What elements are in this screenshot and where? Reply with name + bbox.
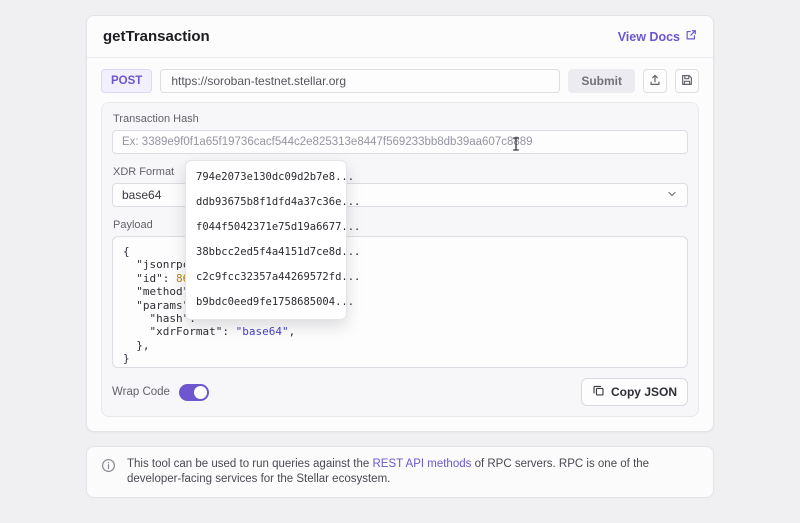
save-icon xyxy=(680,73,694,90)
copy-icon xyxy=(592,384,605,400)
hash-suggestion-item[interactable]: f044f5042371e75d19a6677... xyxy=(186,215,360,240)
hash-suggestion-item[interactable]: 794e2073e130dc09d2b7e8... xyxy=(186,165,354,190)
wrap-code-toggle[interactable] xyxy=(178,383,209,401)
hash-suggestion-item[interactable]: b9bdc0eed9fe1758685004... xyxy=(186,290,354,315)
transaction-hash-input[interactable] xyxy=(112,130,688,154)
card-header: getTransaction View Docs xyxy=(87,16,713,58)
json-line: "xdrFormat": xyxy=(123,325,236,339)
json-line: } xyxy=(123,352,130,366)
hash-suggestion-item[interactable]: c2c9fcc32357a44269572fd... xyxy=(186,265,360,290)
hash-suggestions-popup: 794e2073e130dc09d2b7e8... ddb93675b8f1df… xyxy=(185,160,360,320)
method-badge: POST xyxy=(101,69,153,93)
save-button[interactable] xyxy=(675,69,699,93)
toggle-knob xyxy=(193,385,207,399)
copy-json-button[interactable]: Copy JSON xyxy=(580,378,688,406)
text-cursor xyxy=(511,136,521,157)
info-banner-text: This tool can be used to run queries aga… xyxy=(127,457,693,487)
page-title: getTransaction xyxy=(103,28,210,45)
transaction-hash-label: Transaction Hash xyxy=(113,113,199,125)
info-banner: This tool can be used to run queries aga… xyxy=(86,446,714,498)
share-button[interactable] xyxy=(643,69,667,93)
info-text-before: This tool can be used to run queries aga… xyxy=(127,458,373,470)
url-input[interactable] xyxy=(160,69,561,93)
json-line: }, xyxy=(123,338,150,352)
json-line: { xyxy=(123,245,130,258)
rest-api-methods-link[interactable]: REST API methods xyxy=(373,458,472,470)
hash-suggestion-item[interactable]: 38bbcc2ed5f4a4151d7ce8d... xyxy=(186,240,360,265)
view-docs-link[interactable]: View Docs xyxy=(618,29,697,44)
view-docs-label: View Docs xyxy=(617,29,680,44)
hash-suggestion-item[interactable]: ddb93675b8f1dfd4a37c36e... xyxy=(186,190,360,215)
external-link-icon xyxy=(685,29,697,44)
json-line: "id": xyxy=(123,271,176,285)
request-bar: POST Submit xyxy=(87,58,713,102)
panel-footer: Wrap Code Copy JSON xyxy=(112,378,688,406)
page: getTransaction View Docs POST Submit xyxy=(0,15,800,523)
chevron-down-icon xyxy=(666,188,678,203)
share-icon xyxy=(648,73,662,90)
json-line: , xyxy=(288,325,296,339)
get-transaction-card: getTransaction View Docs POST Submit xyxy=(86,15,714,432)
submit-button[interactable]: Submit xyxy=(568,69,635,93)
json-string-token: "base64" xyxy=(235,325,289,339)
copy-json-label: Copy JSON xyxy=(610,385,677,399)
wrap-code-label: Wrap Code xyxy=(112,386,170,398)
xdr-format-value: base64 xyxy=(122,188,162,202)
info-icon xyxy=(101,458,116,478)
